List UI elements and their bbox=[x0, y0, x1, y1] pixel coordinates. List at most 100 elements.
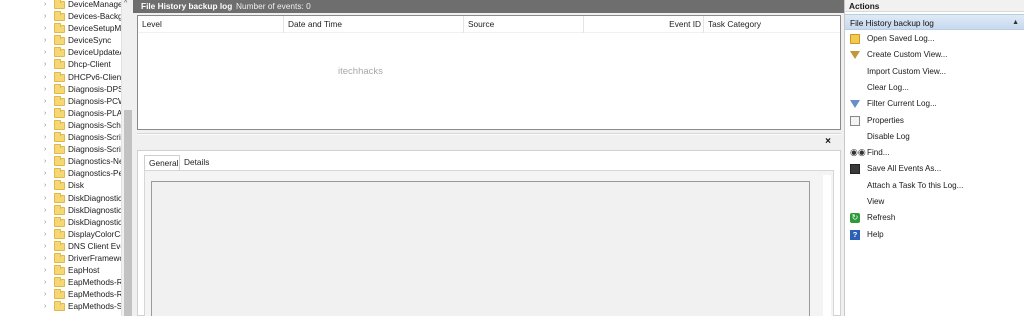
expand-chevron-icon[interactable]: › bbox=[44, 144, 46, 156]
tree-item[interactable]: › Diagnostics-Ne bbox=[0, 156, 121, 168]
tab-general[interactable]: General bbox=[144, 155, 180, 171]
expand-chevron-icon[interactable]: › bbox=[44, 96, 46, 108]
expand-chevron-icon[interactable]: › bbox=[44, 11, 46, 23]
tree-item[interactable]: › Devices-Backg bbox=[0, 11, 121, 23]
action-save-all-events-as[interactable]: Save All Events As... bbox=[845, 161, 1024, 177]
scroll-up-icon[interactable]: ^ bbox=[124, 0, 127, 7]
action-properties[interactable]: Properties bbox=[845, 113, 1024, 129]
action-filter-current-log[interactable]: Filter Current Log... bbox=[845, 96, 1024, 112]
tree-item[interactable]: › DisplayColorCa bbox=[0, 228, 121, 241]
action-disable-log[interactable]: Disable Log bbox=[845, 129, 1024, 145]
actions-title: Actions bbox=[845, 0, 1024, 12]
expand-chevron-icon[interactable]: › bbox=[44, 217, 46, 229]
expand-chevron-icon[interactable]: › bbox=[44, 35, 46, 47]
action-help[interactable]: ? Help bbox=[845, 227, 1024, 243]
expand-chevron-icon[interactable]: › bbox=[44, 168, 46, 180]
tree-item[interactable]: › DiskDiagnostic bbox=[0, 204, 121, 217]
expand-chevron-icon[interactable]: › bbox=[44, 180, 46, 192]
tree-item-label: Disk bbox=[68, 181, 84, 191]
action-find[interactable]: ◉◉ Find... bbox=[845, 145, 1024, 161]
expand-chevron-icon[interactable]: › bbox=[44, 301, 46, 313]
expand-chevron-icon[interactable]: › bbox=[44, 253, 46, 265]
tree-item[interactable]: › EapMethods-R bbox=[0, 289, 121, 301]
tree-item-label: DiskDiagnostic bbox=[68, 217, 121, 227]
action-label: Clear Log... bbox=[867, 82, 909, 92]
expand-chevron-icon[interactable]: › bbox=[44, 72, 46, 84]
tree-item[interactable]: › Dhcp-Client bbox=[0, 59, 121, 71]
folder-icon bbox=[54, 35, 65, 46]
column-header-date-time[interactable]: Date and Time bbox=[284, 16, 464, 33]
expand-chevron-icon[interactable]: › bbox=[44, 47, 46, 59]
expand-chevron-icon[interactable]: › bbox=[44, 132, 46, 144]
expand-chevron-icon[interactable]: › bbox=[44, 108, 46, 120]
tree-item[interactable]: › Diagnosis-DPS bbox=[0, 83, 121, 96]
tree-item[interactable]: › EapHost bbox=[0, 265, 121, 277]
pane-splitter[interactable] bbox=[137, 133, 841, 135]
tree-item-label: Diagnostics-Ne bbox=[68, 157, 121, 167]
tree-item[interactable]: › EapMethods-R bbox=[0, 277, 121, 289]
expand-chevron-icon[interactable]: › bbox=[44, 205, 46, 217]
folder-icon bbox=[54, 11, 65, 22]
tree-item[interactable]: › DNS Client Eve bbox=[0, 240, 121, 253]
expand-chevron-icon[interactable]: › bbox=[44, 0, 46, 11]
expand-chevron-icon[interactable]: › bbox=[44, 229, 46, 241]
collapse-arrow-icon[interactable]: ▲ bbox=[1012, 15, 1019, 31]
column-header-task-category[interactable]: Task Category bbox=[704, 16, 844, 33]
expand-chevron-icon[interactable]: › bbox=[44, 120, 46, 132]
tree-item[interactable]: › Diagnostics-Pe bbox=[0, 168, 121, 180]
tree-item[interactable]: › DriverFramewc bbox=[0, 252, 121, 265]
tree-item[interactable]: › DHCPv6-Client bbox=[0, 71, 121, 84]
folder-icon bbox=[54, 240, 65, 251]
expand-chevron-icon[interactable]: › bbox=[44, 265, 46, 277]
folder-icon bbox=[54, 301, 65, 312]
action-create-custom-view[interactable]: Create Custom View... bbox=[845, 47, 1024, 63]
tree-item[interactable]: › Disk bbox=[0, 180, 121, 192]
tree-item[interactable]: › DeviceManage bbox=[0, 0, 121, 11]
tree-item[interactable]: › DeviceSetupM bbox=[0, 23, 121, 35]
tree-item[interactable]: › EapMethods-S bbox=[0, 301, 121, 313]
tree-item[interactable]: › Diagnosis-PLA bbox=[0, 107, 121, 120]
tree-scrollbar[interactable]: ^ bbox=[121, 0, 133, 316]
folder-icon bbox=[54, 277, 65, 288]
tree-item[interactable]: › Diagnosis-Scrip bbox=[0, 144, 121, 156]
tree-item[interactable]: › Diagnosis-Sche bbox=[0, 119, 121, 132]
actions-section-header[interactable]: File History backup log ▲ bbox=[845, 14, 1024, 30]
event-description-box[interactable] bbox=[151, 181, 810, 316]
tree-item-label: EapMethods-S bbox=[68, 302, 121, 312]
expand-chevron-icon[interactable]: › bbox=[44, 289, 46, 301]
tree-item[interactable]: › DeviceSync bbox=[0, 35, 121, 47]
panel-scrollbar[interactable] bbox=[823, 175, 831, 316]
action-attach-a-task-to-this-log[interactable]: Attach a Task To this Log... bbox=[845, 178, 1024, 194]
column-header-level[interactable]: Level bbox=[138, 16, 284, 33]
expand-chevron-icon[interactable]: › bbox=[44, 241, 46, 253]
event-details-pane: General Details bbox=[137, 150, 841, 316]
expand-chevron-icon[interactable]: › bbox=[44, 59, 46, 71]
column-header-event-id[interactable]: Event ID bbox=[666, 16, 704, 33]
tree-item[interactable]: › DeviceUpdateA bbox=[0, 47, 121, 59]
filter-icon bbox=[850, 51, 860, 60]
action-label: Properties bbox=[867, 115, 904, 125]
tree-scrollbar-thumb[interactable] bbox=[124, 110, 132, 316]
expand-chevron-icon[interactable]: › bbox=[44, 156, 46, 168]
expand-chevron-icon[interactable]: › bbox=[44, 277, 46, 289]
folder-icon bbox=[54, 228, 65, 239]
action-open-saved-log[interactable]: Open Saved Log... bbox=[845, 31, 1024, 47]
tree-item[interactable]: › Diagnosis-PCW bbox=[0, 95, 121, 108]
expand-chevron-icon[interactable]: › bbox=[44, 23, 46, 35]
expand-chevron-icon[interactable]: › bbox=[44, 193, 46, 205]
tree-item[interactable]: › DiskDiagnostic bbox=[0, 216, 121, 229]
tree-item[interactable]: › Diagnosis-Scrip bbox=[0, 132, 121, 144]
folder-icon bbox=[54, 0, 65, 9]
tree-item[interactable]: › DiskDiagnostic bbox=[0, 192, 121, 205]
expand-chevron-icon[interactable]: › bbox=[44, 84, 46, 96]
action-view[interactable]: View bbox=[845, 194, 1024, 210]
column-header-source[interactable]: Source bbox=[464, 16, 584, 33]
folder-icon bbox=[54, 47, 65, 58]
log-header-bar: File History backup log Number of events… bbox=[133, 0, 844, 13]
close-preview-button[interactable]: × bbox=[822, 136, 834, 148]
action-refresh[interactable]: ↻ Refresh bbox=[845, 210, 1024, 226]
action-import-custom-view[interactable]: Import Custom View... bbox=[845, 64, 1024, 80]
events-grid[interactable]: Level Date and Time Source Event ID Task… bbox=[137, 15, 841, 130]
action-clear-log[interactable]: Clear Log... bbox=[845, 80, 1024, 96]
tab-details[interactable]: Details bbox=[180, 155, 214, 171]
